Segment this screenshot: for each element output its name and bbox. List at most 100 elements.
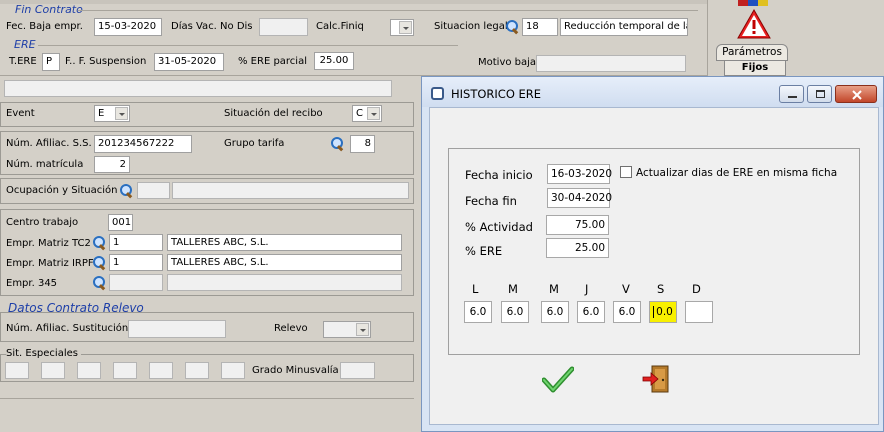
sit-especial-7[interactable] [221,362,245,379]
dialog-title-bar[interactable]: HISTORICO ERE [422,77,883,107]
chevron-down-icon[interactable] [115,107,128,120]
situacion-legal-label: Situacion legal [434,21,508,32]
sit-especial-3[interactable] [77,362,101,379]
grado-field[interactable] [340,362,375,379]
event-label: Event [6,108,35,119]
ere-label: % ERE [465,244,503,258]
ere-parcial-field[interactable]: 25.00 [314,52,354,70]
num-afiliac-field[interactable]: 201234567222 [94,135,192,153]
sit-especial-1[interactable] [5,362,29,379]
bottom-line [0,398,414,399]
situacion-legal-code[interactable]: 18 [522,18,558,36]
num-afiliac-label: Núm. Afiliac. S.S. [6,138,92,149]
grupo-tarifa-label: Grupo tarifa [224,138,285,149]
day-field-s[interactable]: 0.0 [649,301,677,323]
dias-vac-field[interactable] [259,18,308,36]
fecha-fin-label: Fecha fin [465,194,517,208]
sit-especial-6[interactable] [185,362,209,379]
ere-field[interactable]: 25.00 [546,238,609,258]
num-sustitucion-label: Núm. Afiliac. Sustitución [6,323,129,334]
calc-finiq-select[interactable] [390,19,414,36]
dialog-client: Fecha inicio 16-03-2020 Actualizar dias … [429,107,879,425]
situacion-legal-desc: Reducción temporal de la j [560,18,688,36]
tere-label: T.ERE [9,56,37,67]
matriz-tc2-code[interactable]: 1 [109,234,163,251]
minimize-button[interactable] [779,85,804,103]
parametros-tab[interactable]: Parámetros [716,44,788,61]
fin-contrato-title: Fin Contrato [15,3,83,16]
empr345-search-icon[interactable] [92,275,107,290]
matriz-irpf-search-icon[interactable] [92,255,107,270]
day-field-j[interactable]: 6.0 [577,301,605,323]
relevo-label: Relevo [274,323,308,334]
actividad-field[interactable]: 75.00 [546,215,609,235]
day-label-m2: M [549,282,559,296]
fecha-inicio-label: Fecha inicio [465,168,533,182]
event-select[interactable]: E [94,105,130,122]
grupo-tarifa-search-icon[interactable] [330,136,345,151]
day-field-m2[interactable]: 6.0 [541,301,569,323]
ere-parcial-label: % ERE parcial [238,56,307,67]
motivo-baja-field[interactable] [536,55,686,72]
warning-icon[interactable] [737,8,771,39]
ff-suspension-field[interactable]: 31-05-2020 [154,53,224,71]
close-button[interactable] [835,85,877,103]
day-label-s: S [657,282,665,296]
chevron-down-icon[interactable] [367,107,380,120]
dialog-title: HISTORICO ERE [451,87,542,101]
fin-contrato-line [78,10,698,11]
sit-especial-5[interactable] [149,362,173,379]
chevron-down-icon[interactable] [399,21,412,34]
matriz-tc2-name: TALLERES ABC, S.L. [167,234,402,251]
ff-suspension-label: F.. F. Suspension [65,56,147,67]
relevo-select[interactable] [323,321,371,338]
fecha-inicio-field[interactable]: 16-03-2020 [547,164,612,184]
matriz-irpf-label: Empr. Matriz IRPF [6,258,94,269]
exit-door-icon[interactable] [642,364,672,394]
day-field-l[interactable]: 6.0 [464,301,492,323]
maximize-icon [816,90,825,98]
tere-field[interactable]: P [42,53,60,71]
day-field-d[interactable] [685,301,713,323]
top-strip [0,0,707,4]
actualizar-checkbox[interactable] [620,166,632,178]
maximize-button[interactable] [807,85,832,103]
fec-baja-label: Fec. Baja empr. [6,21,83,32]
checkmark-icon[interactable] [541,366,575,394]
ocupacion-search-icon[interactable] [119,183,134,198]
actualizar-label: Actualizar dias de ERE en misma ficha [636,167,838,179]
sit-especial-4[interactable] [113,362,137,379]
empr345-name [167,274,402,291]
matriz-irpf-code[interactable]: 1 [109,254,163,271]
dias-vac-label: Días Vac. No Dis [171,21,253,32]
text-caret [653,306,655,318]
day-field-v[interactable]: 6.0 [613,301,641,323]
ere-line [38,45,458,46]
centro-trabajo-label: Centro trabajo [6,217,79,228]
situacion-recibo-select[interactable]: C [352,105,382,122]
sit-especial-2[interactable] [41,362,65,379]
num-matricula-field[interactable]: 2 [94,156,130,173]
day-label-j: J [585,282,589,296]
blank-bar [4,80,392,97]
fijos-button[interactable]: Fijos [724,60,786,76]
day-label-m1: M [508,282,518,296]
motivo-baja-label: Motivo baja [478,57,537,68]
situacion-recibo-value: C [356,108,363,119]
chevron-down-icon[interactable] [356,323,369,336]
ocupacion-code[interactable] [137,182,170,199]
day-field-m1[interactable]: 6.0 [501,301,529,323]
fecha-fin-field[interactable]: 30-04-2020 [547,188,612,208]
empr345-code[interactable] [109,274,163,291]
centro-trabajo-field[interactable]: 001 [108,214,133,231]
grupo-tarifa-field[interactable]: 8 [350,135,375,153]
matriz-tc2-search-icon[interactable] [92,235,107,250]
fec-baja-field[interactable]: 15-03-2020 [94,18,162,36]
day-label-d: D [692,282,701,296]
chart-icon [738,0,768,6]
situacion-legal-search-icon[interactable] [505,19,520,34]
num-sustitucion-field[interactable] [128,320,226,338]
parametros-tab-label: Parámetros [722,46,782,58]
actividad-label: % Actividad [465,220,533,234]
day-field-s-value: 0.0 [656,306,673,318]
